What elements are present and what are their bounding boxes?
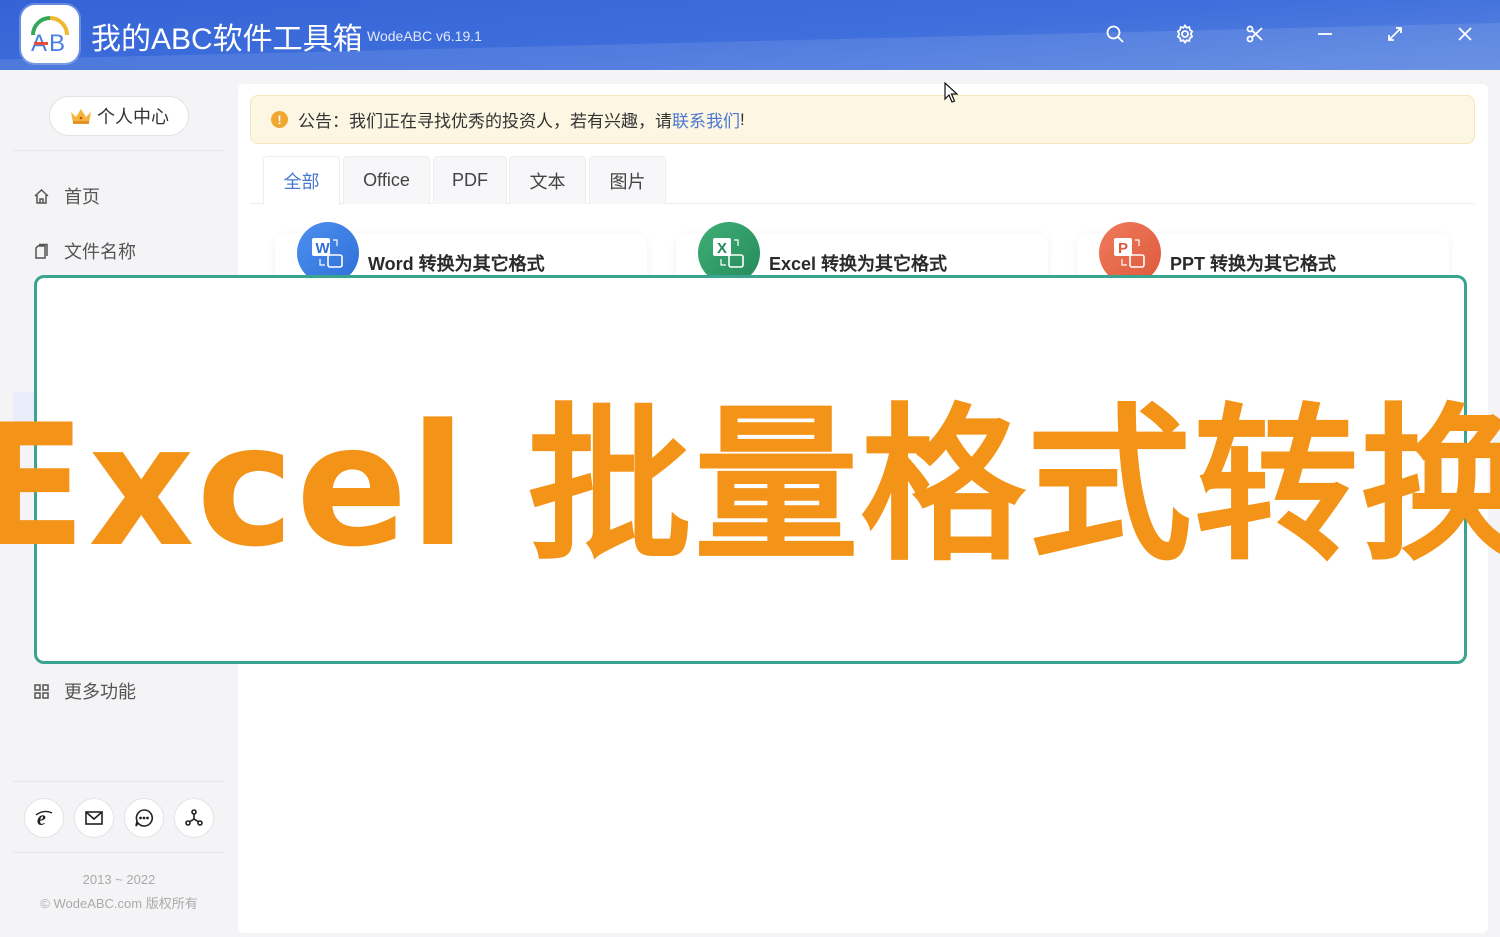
ie-browser-icon: e: [35, 808, 53, 829]
settings-button[interactable]: [1170, 19, 1200, 49]
tab-text[interactable]: 文本: [509, 156, 586, 204]
minimize-button[interactable]: [1310, 19, 1340, 49]
sidebar-divider: [13, 150, 225, 151]
svg-text:X: X: [717, 240, 727, 257]
file-icon: [35, 243, 48, 259]
tab-image[interactable]: 图片: [589, 156, 666, 204]
sidebar-divider: [13, 781, 225, 782]
category-tabs: 全部 Office PDF 文本 图片: [250, 156, 1475, 205]
app-logo: A B: [21, 5, 79, 63]
tab-all[interactable]: 全部: [263, 156, 340, 205]
screenshot-button[interactable]: [1240, 19, 1270, 49]
sidebar-item-home[interactable]: 首页: [13, 174, 225, 218]
notice-text: 公告：我们正在寻找优秀的投资人，若有兴趣，请: [298, 112, 672, 131]
chat-button[interactable]: [124, 798, 164, 838]
app-title: 我的ABC软件工具箱: [91, 23, 363, 56]
user-center-button[interactable]: 个人中心: [49, 96, 189, 136]
maximize-button[interactable]: [1380, 19, 1410, 49]
title-bar: A B 我的ABC软件工具箱 WodeABC v6.19.1: [0, 0, 1500, 70]
user-center-label: 个人中心: [97, 107, 169, 127]
share-button[interactable]: [174, 798, 214, 838]
svg-text:B: B: [49, 30, 65, 57]
svg-text:W: W: [316, 240, 331, 257]
sidebar-divider: [13, 852, 225, 853]
mouse-cursor-icon: [944, 82, 959, 103]
minimize-icon: [1318, 33, 1332, 35]
sidebar-item-label: 更多功能: [64, 682, 136, 702]
notice-suffix: !: [740, 109, 745, 129]
sidebar-item-more[interactable]: 更多功能: [13, 669, 225, 713]
home-icon: [34, 188, 49, 204]
overlay-title: Excel 批量格式转换: [0, 388, 1500, 584]
tab-pdf[interactable]: PDF: [433, 156, 507, 204]
footer-copyright: © WodeABC.com 版权所有: [40, 896, 198, 911]
website-button[interactable]: e: [24, 798, 64, 838]
tab-office[interactable]: Office: [343, 156, 430, 204]
search-icon: [1106, 25, 1124, 43]
notice-bar: ! 公告：我们正在寻找优秀的投资人，若有兴趣，请 联系我们 !: [250, 95, 1475, 144]
contact-us-link[interactable]: 联系我们: [672, 107, 740, 132]
app-version: WodeABC v6.19.1: [367, 28, 482, 44]
share-network-icon: [185, 809, 203, 826]
maximize-icon: [1388, 27, 1402, 41]
close-icon: [1458, 27, 1472, 41]
card-label: Word 转换为其它格式: [368, 254, 545, 274]
settings-icon: [1176, 24, 1194, 44]
warning-icon: !: [271, 111, 288, 128]
mail-button[interactable]: [74, 798, 114, 838]
card-label: Excel 转换为其它格式: [769, 254, 948, 274]
grid-icon: [34, 683, 49, 699]
app-logo-icon: A B: [31, 16, 69, 57]
sidebar-item-label: 文件名称: [64, 242, 136, 262]
footer-years: 2013 ~ 2022: [82, 872, 156, 887]
mail-icon: [85, 811, 103, 825]
close-button[interactable]: [1450, 19, 1480, 49]
card-label: PPT 转换为其它格式: [1170, 254, 1337, 274]
crown-icon: [71, 109, 91, 124]
chat-icon: [135, 809, 153, 827]
sidebar-item-label: 首页: [64, 187, 100, 207]
search-button[interactable]: [1100, 19, 1130, 49]
scissors-icon: [1246, 25, 1263, 43]
svg-text:P: P: [1118, 240, 1128, 257]
sidebar-item-filename[interactable]: 文件名称: [13, 229, 225, 273]
title-overlay-banner: Excel 批量格式转换: [0, 275, 1500, 664]
